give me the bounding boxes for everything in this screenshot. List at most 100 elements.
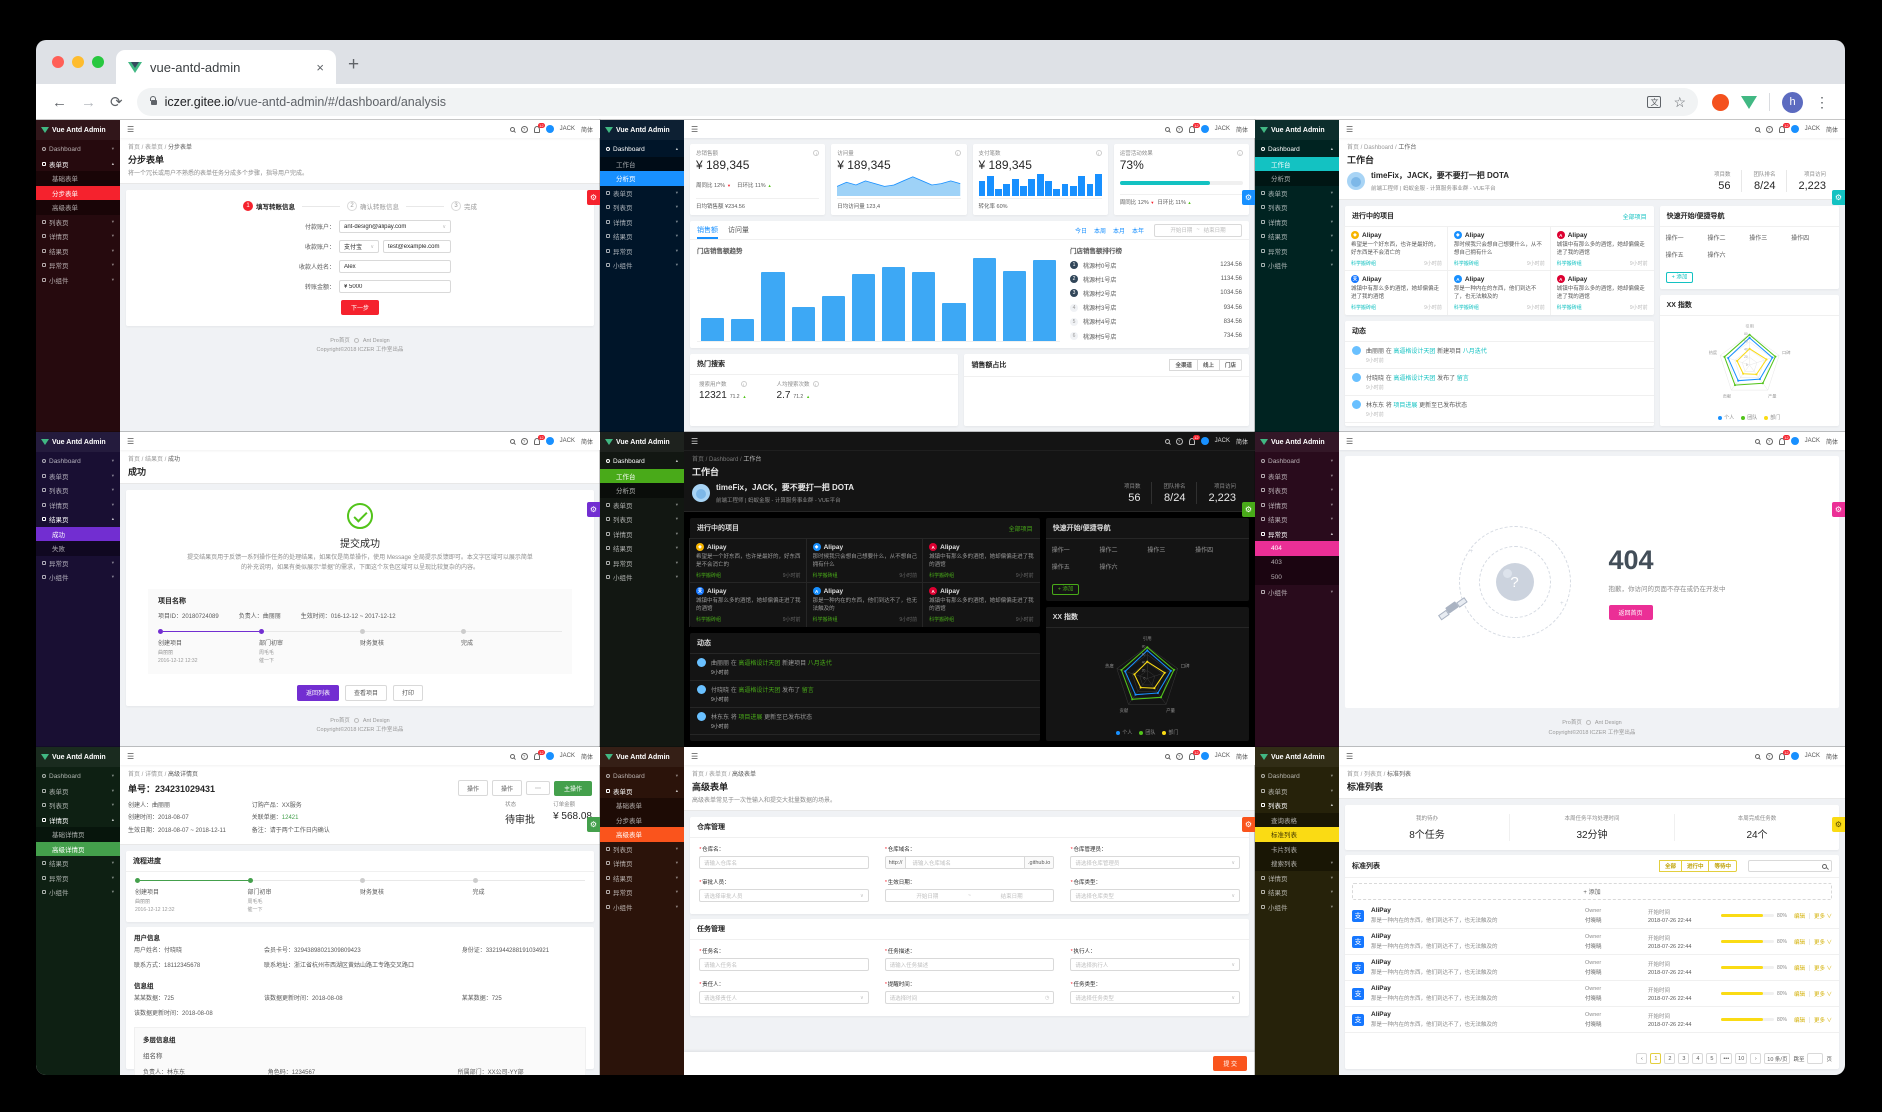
address-bar[interactable]: iczer.gitee.io/vue-antd-admin/#/dashboar… — [136, 88, 1698, 116]
search-icon[interactable] — [1164, 126, 1170, 132]
zoom-window-button[interactable] — [92, 56, 104, 68]
sidebar-item[interactable]: 工作台 — [600, 468, 684, 483]
sidebar-item[interactable]: 列表页 ▴ — [1255, 798, 1339, 813]
sidebar-item[interactable]: 失败 — [36, 541, 120, 556]
project-group-link[interactable]: 科学搬砖组 — [1454, 260, 1479, 267]
op-link[interactable]: 操作四 — [1195, 545, 1243, 554]
app-logo[interactable]: Vue Antd Admin — [600, 432, 684, 452]
sidebar-item[interactable]: 结果页 ▾ — [36, 244, 120, 259]
sidebar-item[interactable]: 表单页 ▴ — [36, 157, 120, 172]
view-project-button[interactable]: 查看项目 — [344, 684, 387, 701]
user-avatar[interactable] — [1790, 752, 1799, 760]
range-link[interactable]: 今日 — [1075, 226, 1087, 235]
add-op-button[interactable]: + 添加 — [1051, 583, 1080, 595]
sidebar-item[interactable]: Dashboard ▾ — [36, 769, 120, 784]
extension-icon[interactable] — [1712, 93, 1729, 111]
user-avatar[interactable] — [1790, 437, 1799, 445]
sidebar-item[interactable]: 搜索列表 ▾ — [1255, 856, 1339, 871]
approver-select[interactable]: 请选择审批人员 ∨ — [699, 889, 869, 902]
theme-settings-button[interactable]: ⚙ — [1832, 502, 1845, 517]
sidebar-item[interactable]: 基础表单 — [36, 171, 120, 186]
hamburger-icon[interactable]: ☰ — [127, 437, 134, 446]
sidebar-item[interactable]: Dashboard ▾ — [36, 142, 120, 157]
sidebar-item[interactable]: 详情页 ▴ — [36, 813, 120, 828]
sidebar-item[interactable]: 高级表单 — [600, 827, 684, 842]
sidebar-item[interactable]: 列表页 ▾ — [600, 512, 684, 527]
sidebar-item[interactable]: 异常页 ▾ — [36, 556, 120, 571]
sidebar-item[interactable]: 详情页 ▾ — [600, 856, 684, 871]
page-button[interactable]: ‹ — [1636, 1053, 1648, 1064]
sidebar-item[interactable]: 小组件 ▾ — [600, 570, 684, 585]
project-group-link[interactable]: 科学搬砖组 — [696, 572, 721, 579]
op-link[interactable]: 操作四 — [1791, 233, 1833, 242]
bell-icon[interactable]: 12 — [1778, 749, 1791, 760]
sidebar-item[interactable]: 表单页 ▾ — [600, 186, 684, 201]
app-logo[interactable]: Vue Antd Admin — [36, 747, 120, 767]
list-item[interactable]: 支 AliPay 那是一种内在的东西，他们到达不了，也无法触及的 Owner 付晓晓… — [1345, 981, 1839, 1007]
sidebar-item[interactable]: 详情页 ▾ — [1255, 871, 1339, 886]
warehouse-type-select[interactable]: 请选择仓库类型 ∨ — [1070, 889, 1240, 902]
sidebar-item[interactable]: 基础表单 — [600, 798, 684, 813]
sidebar-item[interactable]: 详情页 ▾ — [1255, 215, 1339, 230]
sidebar-item[interactable]: 列表页 ▾ — [1255, 200, 1339, 215]
footer-link[interactable]: Ant Design — [363, 718, 390, 724]
sidebar-item[interactable]: 结果页 ▴ — [36, 512, 120, 527]
project-group-link[interactable]: 科学搬砖组 — [1557, 304, 1582, 311]
vue-devtools-icon[interactable] — [1741, 95, 1757, 109]
sidebar-item[interactable]: 卡片列表 — [1255, 841, 1339, 856]
main-action-button[interactable]: 主操作 — [553, 780, 592, 796]
user-avatar[interactable] — [545, 125, 554, 133]
op-link[interactable]: 操作三 — [1147, 545, 1195, 554]
sidebar-item[interactable]: 小组件 ▾ — [36, 885, 120, 900]
back-home-button[interactable]: 返回首页 — [1608, 604, 1653, 620]
sidebar-item[interactable]: 列表页 ▾ — [36, 798, 120, 813]
user-avatar[interactable] — [1790, 125, 1799, 133]
sidebar-item[interactable]: 表单页 ▾ — [36, 784, 120, 799]
theme-settings-button[interactable]: ⚙ — [1832, 817, 1845, 832]
sidebar-item[interactable]: 结果页 ▾ — [36, 856, 120, 871]
sidebar-item[interactable]: 工作台 — [600, 156, 684, 171]
sidebar-item[interactable]: 基础详情页 — [36, 827, 120, 842]
info-icon[interactable]: i — [740, 381, 747, 387]
reload-button[interactable]: ⟳ — [110, 93, 123, 111]
sidebar-item[interactable]: 404 — [1255, 541, 1339, 556]
list-item[interactable]: 支 AliPay 那是一种内在的东西，他们到达不了，也无法触及的 Owner 付晓晓… — [1345, 1007, 1839, 1033]
forward-button[interactable]: → — [81, 94, 96, 111]
hamburger-icon[interactable]: ☰ — [1346, 125, 1353, 134]
footer-link[interactable]: Pro首页 — [330, 338, 350, 344]
translate-icon[interactable]: 文 — [1647, 96, 1662, 108]
sidebar-item[interactable]: 小组件 ▾ — [1255, 900, 1339, 915]
project-group-link[interactable]: 科学搬砖组 — [1351, 304, 1376, 311]
help-icon[interactable]: ? — [1175, 752, 1183, 760]
info-icon[interactable]: i — [1095, 150, 1102, 156]
page-button[interactable]: 1 — [1650, 1053, 1662, 1064]
sidebar-item[interactable]: Dashboard ▴ — [1255, 142, 1339, 157]
sidebar-item[interactable]: 分步表单 — [600, 812, 684, 827]
sidebar-item[interactable]: Dashboard ▾ — [36, 454, 120, 469]
more-link[interactable]: 更多 ∨ — [1814, 964, 1832, 972]
activity-link[interactable]: 八月迭代 — [808, 661, 832, 667]
app-logo[interactable]: Vue Antd Admin — [1255, 120, 1339, 140]
bell-icon[interactable]: 12 — [533, 122, 546, 133]
next-step-button[interactable]: 下一步 — [340, 300, 379, 315]
warehouse-name-input[interactable]: 请输入仓库名 — [699, 856, 869, 869]
sidebar-item[interactable]: 结果页 ▾ — [1255, 512, 1339, 527]
action-button[interactable]: 操作 — [491, 780, 522, 796]
bookmark-star-icon[interactable]: ☆ — [1673, 94, 1686, 111]
sidebar-item[interactable]: 结果页 ▾ — [1255, 229, 1339, 244]
page-button[interactable]: 5 — [1706, 1053, 1718, 1064]
sidebar-item[interactable]: 表单页 ▾ — [36, 469, 120, 484]
app-logo[interactable]: Vue Antd Admin — [36, 120, 120, 140]
activity-link[interactable]: 高逼格设计天团 — [738, 661, 780, 667]
sidebar-item[interactable]: 高级表单 — [36, 200, 120, 215]
sidebar-item[interactable]: 表单页 ▾ — [1255, 186, 1339, 201]
user-avatar[interactable] — [545, 437, 554, 445]
search-icon[interactable] — [1754, 753, 1760, 759]
page-button[interactable]: 4 — [1692, 1053, 1704, 1064]
amount-input[interactable]: ¥ 5000 — [339, 280, 451, 293]
project-group-link[interactable]: 科学搬砖组 — [1557, 260, 1582, 267]
help-icon[interactable]: ? — [520, 752, 528, 760]
theme-settings-button[interactable]: ⚙ — [587, 190, 600, 205]
tab-sales[interactable]: 销售额 — [697, 221, 718, 239]
search-icon[interactable] — [509, 126, 515, 132]
